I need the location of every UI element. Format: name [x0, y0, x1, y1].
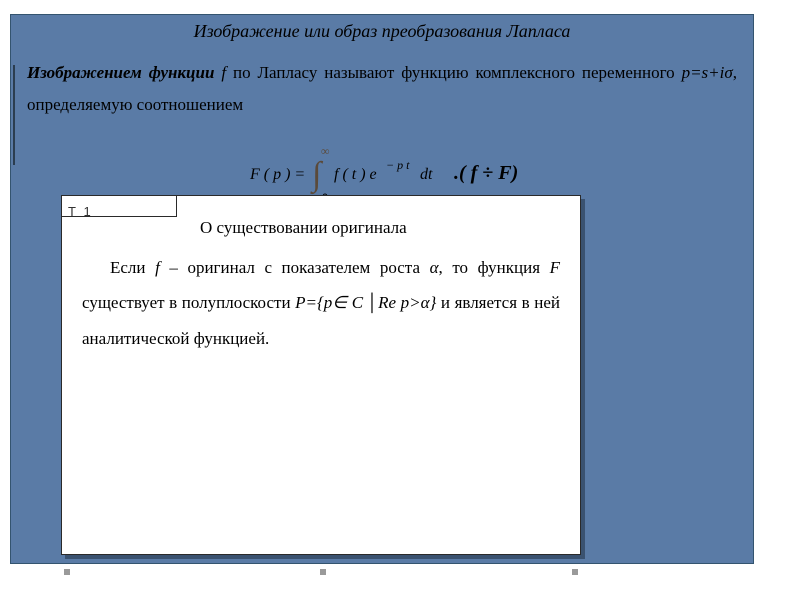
- t-p3: , то функция: [439, 258, 550, 277]
- t-set: P={p∈ C │Re p>α}: [295, 293, 441, 312]
- t-p4: существует в полуплоскости: [82, 293, 295, 312]
- theorem-label: Т 1: [61, 195, 177, 217]
- dt: dt: [420, 166, 433, 183]
- theorem-title: О существовании оригинала: [200, 210, 560, 246]
- t-p1: Если: [110, 258, 155, 277]
- theorem-body: Если f – оригинал с показателем роста α,…: [82, 250, 560, 357]
- definition-p-equation: p=s+i: [682, 63, 725, 82]
- integrand: f ( t ) e: [334, 166, 377, 183]
- formula-row: F ( p ) = ∞ ∫ 0 f ( t ) e − p t dt .( f …: [11, 143, 753, 203]
- upper-limit: ∞: [321, 144, 330, 158]
- formula-relation: .( f ÷ F): [454, 162, 518, 185]
- definition-body-1: по Лапласу называют функцию комплексного…: [226, 63, 682, 82]
- definition-lead-bold: Изображением функции: [27, 63, 214, 82]
- t-alpha: α: [430, 258, 439, 277]
- formula-lhs: F ( p ) =: [249, 166, 305, 183]
- t-F: F: [550, 258, 560, 277]
- slide-frame: Изображение или образ преобразования Лап…: [10, 14, 754, 564]
- t-p2: – оригинал с показателем роста: [169, 258, 429, 277]
- sigma-symbol: σ: [724, 63, 732, 82]
- t-f: f: [155, 258, 169, 277]
- definition-paragraph: Изображением функции f по Лапласу называ…: [27, 57, 737, 122]
- integral-formula: F ( p ) = ∞ ∫ 0 f ( t ) e − p t dt: [246, 143, 446, 203]
- exponent: − p t: [386, 158, 410, 172]
- selection-handle[interactable]: [572, 569, 578, 575]
- theorem-box: Т 1 О существовании оригинала Если f – о…: [61, 195, 581, 555]
- definition-f-symbol: f: [214, 63, 226, 82]
- selection-handle[interactable]: [64, 569, 70, 575]
- slide-title: Изображение или образ преобразования Лап…: [11, 21, 753, 42]
- selection-handle[interactable]: [320, 569, 326, 575]
